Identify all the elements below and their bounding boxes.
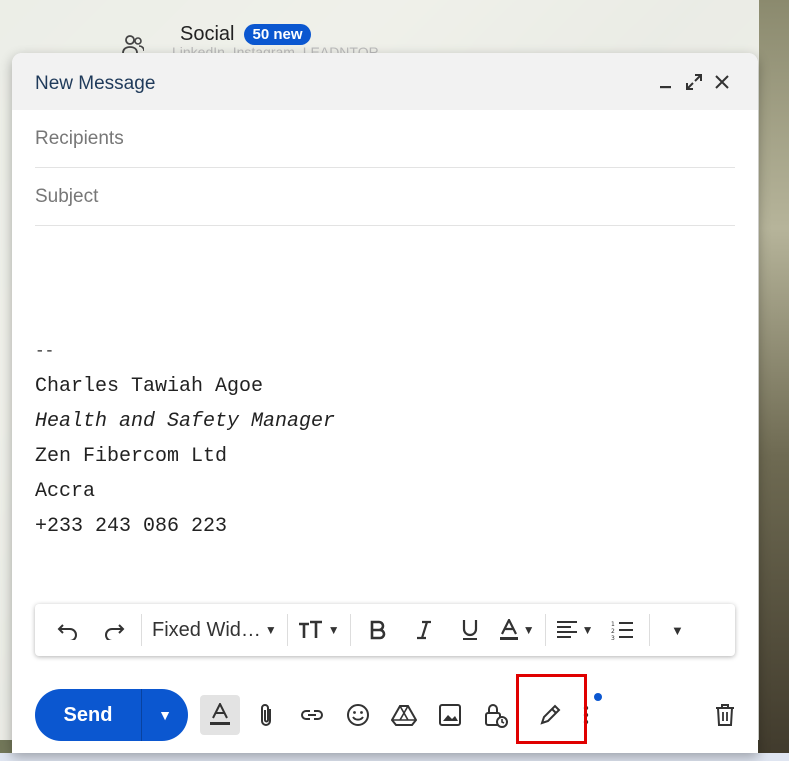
bottom-strip: [0, 753, 789, 761]
signature-name: Charles Tawiah Agoe: [35, 375, 264, 398]
text-color-icon[interactable]: ▼: [499, 610, 535, 650]
underline-icon[interactable]: [453, 610, 487, 650]
svg-text:3: 3: [611, 635, 615, 640]
formatting-options-icon[interactable]: [200, 695, 240, 735]
formatting-toolbar: Fixed Wid… ▼ ▼ ▼ ▼ 123 ▼: [35, 604, 735, 656]
svg-text:2: 2: [611, 628, 615, 635]
send-button[interactable]: Send: [35, 689, 141, 741]
new-count-badge: 50 new: [244, 23, 311, 45]
subject-input[interactable]: [35, 185, 735, 208]
insert-link-icon[interactable]: [292, 695, 332, 735]
discard-draft-icon[interactable]: [705, 695, 745, 735]
google-drive-icon[interactable]: [384, 695, 424, 735]
numbered-list-icon[interactable]: 123: [605, 610, 639, 650]
compose-title: New Message: [35, 72, 156, 94]
toolbar-divider: [286, 614, 288, 646]
attach-file-icon[interactable]: [246, 695, 286, 735]
minimize-icon[interactable]: [652, 68, 680, 96]
highlight-box: [516, 674, 587, 744]
font-family-value: Fixed Wid…: [152, 618, 261, 641]
font-family-select[interactable]: Fixed Wid… ▼: [152, 610, 277, 650]
redo-icon[interactable]: [97, 610, 131, 650]
schedule-send-icon[interactable]: ▼: [142, 689, 188, 741]
toolbar-divider: [544, 614, 546, 646]
message-body[interactable]: -- Charles Tawiah Agoe Health and Safety…: [35, 341, 335, 544]
signature-company: Zen Fibercom Ltd: [35, 445, 228, 468]
toolbar-divider: [349, 614, 351, 646]
caret-down-icon: ▼: [581, 623, 594, 637]
caret-down-icon: ▼: [264, 623, 277, 637]
toolbar-divider: [141, 614, 142, 646]
font-size-icon[interactable]: ▼: [298, 610, 340, 650]
wallpaper-strip: [759, 0, 789, 761]
caret-down-icon: ▼: [522, 623, 535, 637]
close-icon[interactable]: [708, 68, 736, 96]
popout-icon[interactable]: [680, 68, 708, 96]
recipients-field[interactable]: [35, 110, 735, 168]
insert-photo-icon[interactable]: [430, 695, 470, 735]
subject-field[interactable]: [35, 168, 735, 226]
caret-down-icon: ▼: [327, 623, 340, 637]
compose-header[interactable]: New Message: [12, 53, 758, 110]
send-button-group: Send ▼: [35, 689, 188, 741]
more-formatting-icon[interactable]: ▼: [660, 610, 694, 650]
signature-role: Health and Safety Manager: [35, 410, 336, 433]
undo-icon[interactable]: [51, 610, 85, 650]
svg-text:1: 1: [611, 621, 615, 628]
signature-separator: --: [35, 342, 55, 360]
compose-window: New Message -- Charles Tawiah Agoe Healt…: [12, 53, 758, 753]
compose-action-bar: Send ▼: [35, 688, 745, 742]
recipients-input[interactable]: [35, 127, 735, 150]
italic-icon[interactable]: [407, 610, 441, 650]
signature-phone: +233 243 086 223: [35, 515, 228, 538]
align-icon[interactable]: ▼: [556, 610, 594, 650]
confidential-mode-icon[interactable]: [476, 695, 516, 735]
bold-icon[interactable]: [361, 610, 395, 650]
social-label: Social: [180, 22, 235, 45]
emoji-icon[interactable]: [338, 695, 378, 735]
notification-dot: [594, 693, 602, 701]
caret-down-icon: ▼: [671, 622, 684, 638]
toolbar-divider: [649, 614, 651, 646]
signature-city: Accra: [35, 480, 96, 503]
